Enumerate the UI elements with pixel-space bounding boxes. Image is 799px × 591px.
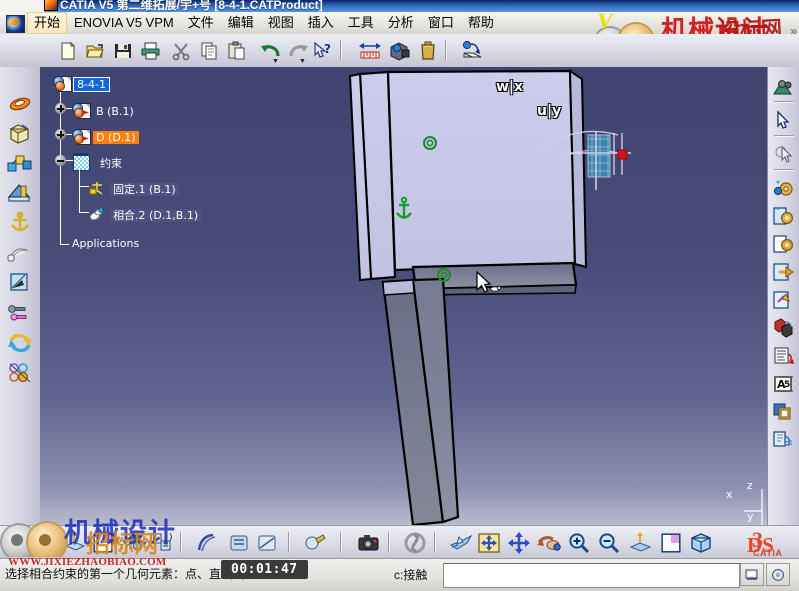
- menu-enovia[interactable]: ENOVIA V5 VPM: [67, 12, 181, 34]
- new-part-icon[interactable]: [771, 175, 797, 201]
- manipulate-icon[interactable]: [6, 89, 34, 117]
- open-folder-icon[interactable]: [82, 38, 107, 63]
- svg-text:)=: )=: [169, 533, 173, 543]
- graph-tree-reorder-icon[interactable]: [771, 315, 797, 341]
- view-toolbar: ▼ )= ▼ ▼: [0, 525, 799, 559]
- flexible-rigid-icon[interactable]: [6, 269, 34, 297]
- generate-numbering-icon[interactable]: [771, 343, 797, 369]
- normal-view-plane-icon[interactable]: [628, 530, 654, 556]
- zoom-in-icon[interactable]: [566, 530, 592, 556]
- undo-icon[interactable]: [258, 38, 283, 63]
- menu-window[interactable]: 窗口: [421, 12, 461, 34]
- window-titlebar: CATIA V5 第二维拓展/宇+号 [8-4-1.CATProduct]: [0, 0, 799, 12]
- menu-start[interactable]: 开始: [27, 12, 68, 34]
- apply-material-icon[interactable]: [302, 530, 328, 556]
- save-floppy-icon[interactable]: [110, 38, 135, 63]
- axis-label-z: z: [747, 479, 753, 492]
- compass-red-handle: [617, 149, 628, 160]
- apply-material-cube-icon[interactable]: [688, 530, 714, 556]
- menu-help[interactable]: 帮助: [461, 12, 501, 34]
- standard-toolbar: ▼ ▼ ?: [0, 34, 799, 68]
- normal-view-icon[interactable]: [62, 530, 88, 556]
- select-translucent-icon[interactable]: [771, 141, 797, 167]
- zoom-out-icon[interactable]: [596, 530, 622, 556]
- menu-insert[interactable]: 插入: [301, 12, 341, 34]
- menu-analyze[interactable]: 分析: [381, 12, 421, 34]
- select-arrow-icon[interactable]: [771, 107, 797, 133]
- clash-icon[interactable]: [6, 179, 34, 207]
- fit-all-in-icon[interactable]: [476, 530, 502, 556]
- render-shading-edges-icon[interactable]: [254, 530, 280, 556]
- status-contact-label: c:接触: [394, 568, 428, 582]
- menu-edit[interactable]: 编辑: [221, 12, 261, 34]
- camera-icon[interactable]: [356, 530, 382, 556]
- manage-representations-icon[interactable]: [771, 399, 797, 425]
- assembly-tools-toolbar: [0, 67, 41, 525]
- menu-bar: 开始 ENOVIA V5 VPM 文件 编辑 视图 插入 工具 分析 窗口 帮助: [0, 12, 799, 35]
- constraint-cursor-badge: [490, 285, 502, 292]
- 3d-viewport[interactable]: 8-4-1 B (B.1) D (D.1) 约束 固定.1 (B.1) 相合.2…: [40, 67, 767, 525]
- reuse-pattern-icon[interactable]: [6, 299, 34, 327]
- cut-scissors-icon[interactable]: [168, 38, 193, 63]
- measure-distance-icon[interactable]: [357, 38, 382, 63]
- svg-text:5: 5: [784, 380, 790, 390]
- svg-text:?: ?: [324, 42, 331, 56]
- model-leg-top-patch: [382, 279, 415, 296]
- create-multiview-icon[interactable]: [90, 530, 116, 556]
- named-views-icon[interactable]: )=: [148, 530, 174, 556]
- compass-label-wx: w|x: [496, 79, 524, 95]
- replace-component-icon[interactable]: [771, 287, 797, 313]
- render-style-icon[interactable]: [658, 530, 684, 556]
- new-product-icon[interactable]: [771, 203, 797, 229]
- axis-label-y: y: [747, 510, 754, 523]
- catia-logo-icon: [6, 15, 25, 33]
- print-icon[interactable]: [138, 38, 163, 63]
- rotate-icon[interactable]: [536, 530, 562, 556]
- assembly-model[interactable]: [40, 67, 767, 525]
- constraint-icon[interactable]: [6, 239, 34, 267]
- fly-mode-icon[interactable]: [448, 530, 474, 556]
- existing-component-icon[interactable]: [771, 259, 797, 285]
- undo-dropdown-icon[interactable]: ▼: [272, 58, 279, 65]
- pan-icon[interactable]: [506, 530, 532, 556]
- selective-load-icon[interactable]: A5: [771, 371, 797, 397]
- redo-dropdown-icon[interactable]: ▼: [299, 58, 306, 65]
- render-wireframe-icon[interactable]: [194, 530, 220, 556]
- redo-icon[interactable]: [285, 38, 310, 63]
- copy-icon[interactable]: [196, 38, 221, 63]
- turntable-icon[interactable]: [402, 530, 428, 556]
- compass-label-uy: u|y: [537, 103, 562, 119]
- power-input-icon[interactable]: [740, 563, 764, 586]
- publication-icon[interactable]: [460, 38, 485, 63]
- recording-timer-badge: 00:01:47: [221, 560, 308, 579]
- help-status-icon[interactable]: [766, 563, 790, 586]
- menu-items-container: 开始 ENOVIA V5 VPM 文件 编辑 视图 插入 工具 分析 窗口 帮助: [27, 12, 501, 34]
- menu-view[interactable]: 视图: [261, 12, 301, 34]
- menu-tools[interactable]: 工具: [341, 12, 381, 34]
- titlebar-left-block: [0, 0, 45, 12]
- new-document-icon[interactable]: [55, 38, 80, 63]
- catia-application-window: CATIA V5 第二维拓展/宇+号 [8-4-1.CATProduct] 开始…: [0, 0, 799, 591]
- quick-view-icon[interactable]: [118, 530, 144, 556]
- menu-file[interactable]: 文件: [181, 12, 221, 34]
- window-title: CATIA V5 第二维拓展/宇+号 [8-4-1.CATProduct]: [60, 0, 323, 12]
- render-shading-icon[interactable]: [226, 530, 252, 556]
- new-component-icon[interactable]: [771, 231, 797, 257]
- fix-component-icon[interactable]: [6, 209, 34, 237]
- measure-item-icon[interactable]: [387, 38, 412, 63]
- catia-window-icon: [44, 0, 58, 11]
- multi-instantiation-icon[interactable]: [771, 427, 797, 453]
- snap-icon[interactable]: [6, 119, 34, 147]
- analysis-gears-icon[interactable]: [771, 75, 797, 101]
- update-icon[interactable]: [6, 329, 34, 357]
- model-panel-top-light: [386, 69, 577, 272]
- what-is-this-icon[interactable]: ?: [310, 38, 335, 63]
- explode-icon[interactable]: [6, 149, 34, 177]
- assembly-features-icon[interactable]: [6, 359, 34, 387]
- status-input-field[interactable]: [443, 563, 740, 588]
- product-structure-toolbar: A5: [767, 67, 799, 525]
- axis-label-x: x: [726, 488, 733, 501]
- measure-inertia-icon[interactable]: [415, 38, 440, 63]
- paste-icon[interactable]: [224, 38, 249, 63]
